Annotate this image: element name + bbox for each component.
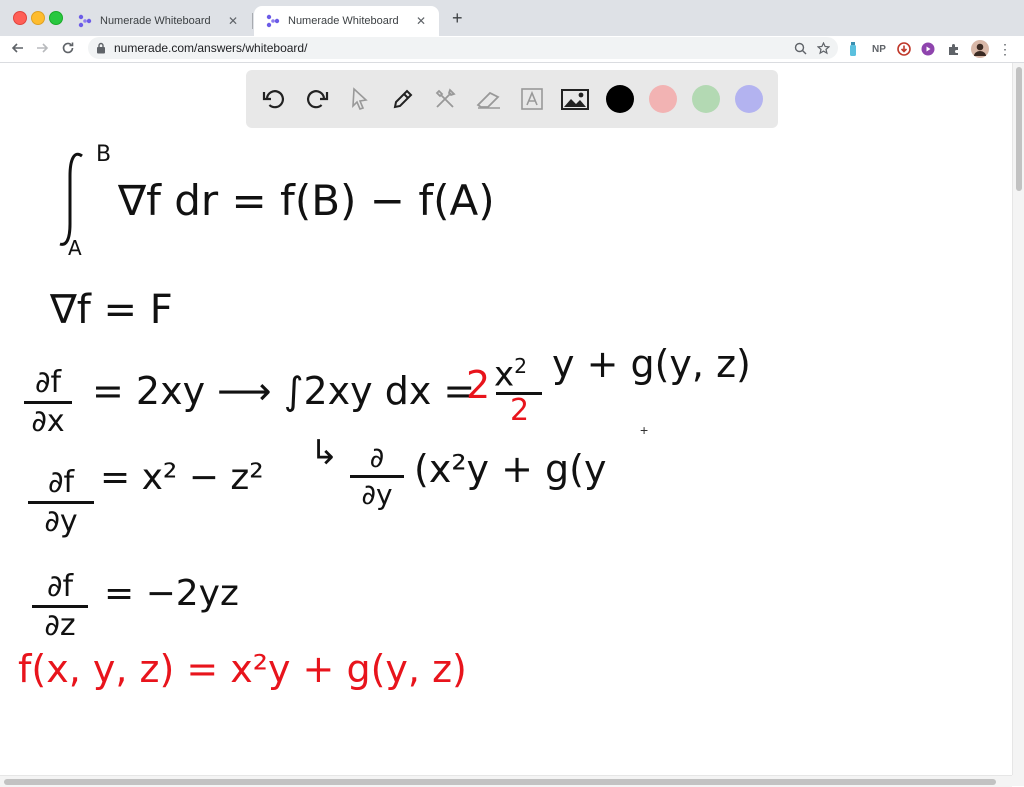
fraction-numerator: ∂f <box>46 569 74 604</box>
numerade-favicon-icon <box>266 14 280 28</box>
shapes-tool-button[interactable] <box>430 83 462 115</box>
extension-play-icon[interactable] <box>920 40 936 58</box>
hook-arrow: ↳ <box>310 433 339 473</box>
undo-icon <box>262 90 284 109</box>
fraction-denominator: ∂y <box>361 478 393 511</box>
scroll-thumb[interactable] <box>4 779 996 785</box>
tab-title: Numerade Whiteboard <box>100 15 211 27</box>
tab-whiteboard-1[interactable]: Numerade Whiteboard ✕ <box>66 6 251 36</box>
cancelled-two: 2 <box>466 363 491 407</box>
scrollbar-corner <box>1012 775 1024 786</box>
color-swatch-black[interactable] <box>606 85 634 113</box>
crosshair-cursor-icon: + <box>640 422 649 438</box>
eraser-icon <box>476 91 500 109</box>
fundamental-theorem-line: ∇f dr = f(B) − f(A) <box>118 176 495 225</box>
scroll-thumb[interactable] <box>1016 67 1022 191</box>
fraction-denominator: ∂y <box>44 504 78 539</box>
browser-toolbar: numerade.com/answers/whiteboard/ NP ⋮ <box>0 36 1024 63</box>
arrow-left-icon <box>11 43 23 53</box>
partial-derivative-y-operator: ∂ ∂y <box>350 444 404 509</box>
numerade-favicon-icon <box>78 14 92 28</box>
tab-close-icon[interactable]: ✕ <box>225 14 241 28</box>
text-icon <box>521 88 543 110</box>
tab-close-icon[interactable]: ✕ <box>413 14 429 28</box>
fraction-denominator: ∂z <box>44 608 76 643</box>
x-var: x <box>494 354 515 395</box>
image-tool-button[interactable] <box>559 83 591 115</box>
text-tool-button[interactable] <box>516 83 548 115</box>
maximize-window-button[interactable] <box>49 11 63 25</box>
bookmark-star-icon[interactable] <box>817 41 830 55</box>
lock-icon <box>97 42 105 54</box>
horizontal-scrollbar[interactable] <box>0 775 1012 787</box>
profile-avatar[interactable] <box>970 40 990 58</box>
reload-icon <box>62 42 74 54</box>
tab-separator <box>252 13 253 29</box>
color-swatch-green[interactable] <box>692 85 720 113</box>
integral-lower-limit: A <box>68 236 82 260</box>
browser-menu-icon[interactable]: ⋮ <box>998 40 1012 58</box>
partial-f-partial-z: ∂f ∂z <box>32 572 88 641</box>
back-button[interactable] <box>8 38 28 58</box>
fraction-numerator: ∂f <box>47 465 75 500</box>
eraser-tool-button[interactable] <box>473 83 505 115</box>
arrow-right-icon <box>37 43 49 53</box>
color-swatch-pink[interactable] <box>649 85 677 113</box>
partial-y-equation: = x² − z² <box>100 457 264 498</box>
extension-bottle-icon[interactable] <box>846 40 860 58</box>
forward-button[interactable] <box>32 38 52 58</box>
extension-download-icon[interactable] <box>896 40 912 58</box>
pen-icon <box>393 89 413 109</box>
undo-button[interactable] <box>258 83 290 115</box>
antiderivative-result: y + g(y, z) <box>552 342 751 386</box>
select-tool-button[interactable] <box>344 83 376 115</box>
vertical-scrollbar[interactable] <box>1012 63 1024 775</box>
tools-icon <box>435 88 456 108</box>
partial-z-equation: = −2yz <box>104 573 239 614</box>
reload-button[interactable] <box>58 38 78 58</box>
integral-upper-limit: B <box>96 142 112 167</box>
integral-sign <box>59 152 83 246</box>
whiteboard-toolbar <box>246 70 778 128</box>
fraction-numerator: ∂f <box>34 365 62 400</box>
exponent: 2 <box>514 354 528 378</box>
redo-button[interactable] <box>301 83 333 115</box>
derivative-expression-partial: (x²y + g(y <box>414 447 607 491</box>
new-tab-button[interactable]: + <box>452 8 463 29</box>
fraction-denominator: ∂x <box>31 404 65 439</box>
zoom-icon[interactable] <box>794 42 807 55</box>
gradient-equals-F: ∇f = F <box>50 287 173 333</box>
tab-strip: Numerade Whiteboard ✕ Numerade Whiteboar… <box>0 0 1024 36</box>
integration-step: = 2xy ⟶ ∫2xy dx = <box>92 369 476 413</box>
cursor-arrow-icon <box>352 87 368 110</box>
close-window-button[interactable] <box>13 11 27 25</box>
extension-np-icon[interactable]: NP <box>870 40 888 58</box>
address-bar[interactable]: numerade.com/answers/whiteboard/ <box>88 37 838 59</box>
image-icon <box>561 89 589 110</box>
x-squared-term: x2 <box>494 354 528 395</box>
partial-f-partial-x: ∂f ∂x <box>24 368 72 437</box>
pen-tool-button[interactable] <box>387 83 419 115</box>
tab-whiteboard-2[interactable]: Numerade Whiteboard ✕ <box>254 6 439 36</box>
fraction-numerator: ∂ <box>369 441 385 474</box>
potential-function-result: f(x, y, z) = x²y + g(y, z) <box>18 647 467 691</box>
minimize-window-button[interactable] <box>31 11 45 25</box>
extensions-puzzle-icon[interactable] <box>946 40 962 58</box>
redo-icon <box>307 90 329 109</box>
tab-title: Numerade Whiteboard <box>288 15 399 27</box>
partial-f-partial-y: ∂f ∂y <box>28 468 94 537</box>
url-text: numerade.com/answers/whiteboard/ <box>114 41 308 55</box>
color-swatch-blue[interactable] <box>735 85 763 113</box>
cancelled-denominator-two: 2 <box>510 393 530 428</box>
